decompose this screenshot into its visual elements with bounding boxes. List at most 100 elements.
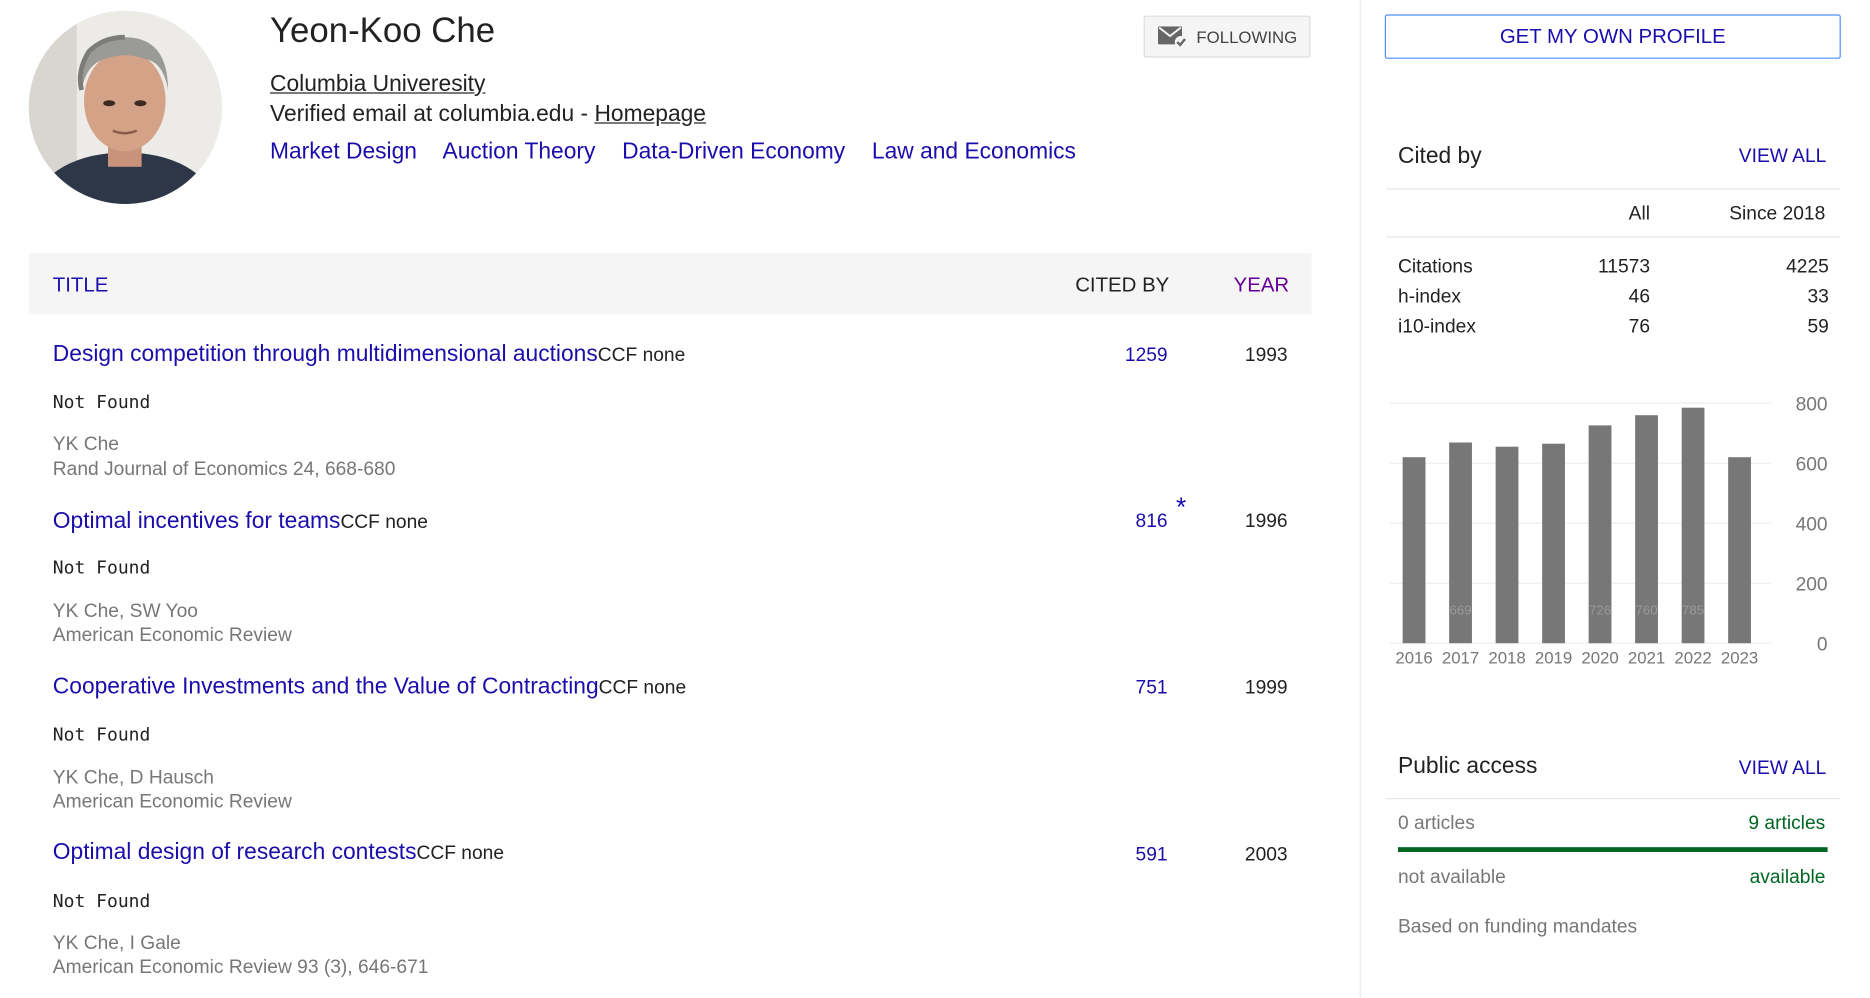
publication-year: 2003 <box>1244 844 1288 866</box>
interest-link-auction-theory[interactable]: Auction Theory <box>442 139 595 164</box>
publication-venue: American Economic Review <box>52 625 292 646</box>
publication-year: 1993 <box>1244 345 1288 366</box>
divider <box>1386 188 1840 190</box>
sort-by-year[interactable]: YEAR <box>1234 274 1290 298</box>
interest-link-data-driven-economy[interactable]: Data-Driven Economy <box>622 139 845 164</box>
bar-value-label-2021: 760 <box>1636 602 1658 617</box>
stat-since-i10-index: 59 <box>1807 316 1829 338</box>
table-row: Cooperative Investments and the Value of… <box>53 674 686 700</box>
cited-by-count-link[interactable]: 751 <box>1096 678 1168 700</box>
bar-value-label-2022: 785 <box>1682 602 1704 617</box>
public-access-bar <box>1398 847 1828 853</box>
table-row: Optimal incentives for teamsCCF none <box>53 509 428 535</box>
bar-2023 <box>1728 457 1751 644</box>
publication-title-link[interactable]: Design competition through multidimensio… <box>53 342 598 367</box>
x-tick-label-2022: 2022 <box>1674 649 1711 668</box>
cited-by-heading: Cited by <box>1398 144 1482 170</box>
publication-authors: YK Che, SW Yoo <box>52 601 198 622</box>
publication-authors: YK Che, I Gale <box>52 933 181 955</box>
profile-photo <box>28 10 223 205</box>
cited-by-view-all-link[interactable]: VIEW ALL <box>1739 146 1827 168</box>
not-found-label: Not Found <box>52 556 151 579</box>
publication-authors: YK Che <box>52 434 119 455</box>
y-tick-label-800: 800 <box>1796 394 1828 415</box>
bar-2019 <box>1542 443 1565 644</box>
email-line: Verified email at columbia.edu - Homepag… <box>270 102 706 128</box>
mail-check-icon <box>1158 25 1187 48</box>
publication-venue: Rand Journal of Economics 24, 668-680 <box>52 459 396 481</box>
publication-year: 1999 <box>1244 678 1288 699</box>
sort-by-cited[interactable]: CITED BY <box>1075 274 1169 298</box>
profile-name: Yeon-Koo Che <box>270 12 496 51</box>
y-tick-label-400: 400 <box>1796 514 1828 535</box>
ccf-rank: CCF none <box>416 843 505 865</box>
public-access-view-all-link[interactable]: VIEW ALL <box>1739 758 1827 780</box>
table-row: Optimal design of research contestsCCF n… <box>53 840 504 866</box>
scholar-profile-page: Yeon-Koo Che Columbia Univeresity Verifi… <box>0 0 1867 998</box>
pa-available-label: available <box>1749 867 1826 889</box>
x-tick-label-2018: 2018 <box>1488 649 1525 668</box>
publication-title-link[interactable]: Optimal incentives for teams <box>53 509 341 534</box>
avatar <box>28 10 223 205</box>
sidebar-divider <box>1359 0 1361 998</box>
verified-email-text: Verified email at columbia.edu - <box>270 102 595 128</box>
stat-label-i10-index: i10-index <box>1398 316 1476 338</box>
cited-by-count-link[interactable]: 1259 <box>1096 346 1168 368</box>
table-row: Design competition through multidimensio… <box>53 342 685 368</box>
bar-2018 <box>1495 446 1519 644</box>
ccf-rank: CCF none <box>597 345 686 366</box>
pa-available-count[interactable]: 9 articles <box>1748 814 1825 836</box>
homepage-link[interactable]: Homepage <box>594 102 706 127</box>
y-tick-label-600: 600 <box>1796 454 1828 475</box>
not-found-label: Not Found <box>52 723 151 746</box>
stat-all-citations: 11573 <box>1598 256 1651 278</box>
bar-value-label-2020: 726 <box>1589 602 1611 617</box>
bar-value-label-2017: 669 <box>1450 602 1472 617</box>
publications-table-header: TITLE CITED BY YEAR <box>28 253 1312 315</box>
x-tick-label-2016: 2016 <box>1395 649 1432 668</box>
col-all-header: All <box>1628 204 1651 225</box>
publication-title-link[interactable]: Optimal design of research contests <box>53 840 417 865</box>
col-since-header: Since 2018 <box>1729 204 1826 225</box>
citations-bar-chart: 0 200 400 600 800 2016 2017 669 2018 2019 2020 726 2… <box>1389 394 1828 668</box>
publication-venue: American Economic Review 93 (3), 646-671 <box>52 957 429 979</box>
stat-label-h-index: h-index <box>1398 286 1461 308</box>
x-tick-label-2017: 2017 <box>1442 649 1479 668</box>
publication-venue: American Economic Review <box>52 792 292 813</box>
cited-by-count-link[interactable]: 816 <box>1096 511 1168 533</box>
not-found-label: Not Found <box>52 391 151 413</box>
y-tick-label-200: 200 <box>1796 574 1828 595</box>
affiliation-link[interactable]: Columbia Univeresity <box>270 72 485 98</box>
funding-mandates-note: Based on funding mandates <box>1398 916 1638 938</box>
x-tick-label-2020: 2020 <box>1581 649 1618 668</box>
stat-label-citations: Citations <box>1398 256 1473 278</box>
x-tick-label-2021: 2021 <box>1628 649 1665 668</box>
cited-by-count-link[interactable]: 591 <box>1096 845 1168 867</box>
publication-title-link[interactable]: Cooperative Investments and the Value of… <box>53 674 599 699</box>
y-tick-label-0: 0 <box>1817 634 1828 655</box>
publication-year: 1996 <box>1244 511 1288 532</box>
following-label: FOLLOWING <box>1196 27 1298 47</box>
merged-citations-star[interactable]: * <box>1176 492 1186 523</box>
x-tick-label-2019: 2019 <box>1535 649 1572 668</box>
stat-since-citations: 4225 <box>1786 256 1829 278</box>
pa-not-available-count[interactable]: 0 articles <box>1398 814 1475 836</box>
stat-since-h-index: 33 <box>1807 286 1829 308</box>
following-button[interactable]: FOLLOWING <box>1143 15 1311 58</box>
get-my-own-profile-button[interactable]: GET MY OWN PROFILE <box>1384 14 1841 59</box>
stat-all-h-index: 46 <box>1628 286 1651 308</box>
pa-not-available-label: not available <box>1398 867 1506 889</box>
stat-all-i10-index: 76 <box>1628 316 1651 338</box>
interest-link-market-design[interactable]: Market Design <box>270 139 417 164</box>
public-access-heading: Public access <box>1398 753 1538 779</box>
x-tick-label-2023: 2023 <box>1721 649 1758 668</box>
public-access-bar-fill <box>1398 847 1828 853</box>
ccf-rank: CCF none <box>340 512 428 533</box>
divider <box>1386 236 1840 238</box>
bar-2016 <box>1402 457 1426 644</box>
divider <box>1386 798 1840 800</box>
sort-by-title[interactable]: TITLE <box>53 274 109 298</box>
not-found-label: Not Found <box>52 890 151 913</box>
research-interests: Market Design Auction Theory Data-Driven… <box>270 139 1096 165</box>
interest-link-law-and-economics[interactable]: Law and Economics <box>872 139 1076 164</box>
